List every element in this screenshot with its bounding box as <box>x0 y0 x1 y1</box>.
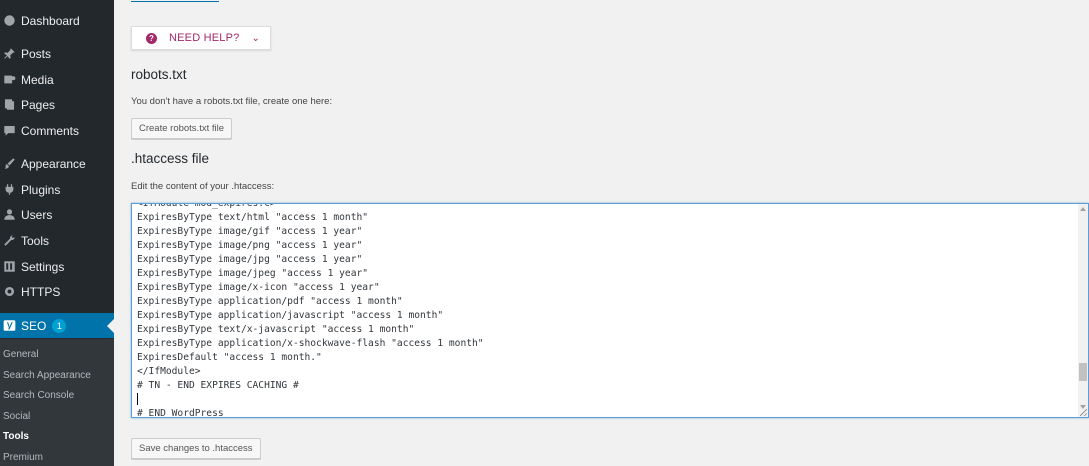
seo-submenu: General Search Appearance Search Console So… <box>0 339 114 466</box>
need-help-button[interactable]: ? NEED HELP? ⌄ <box>131 26 271 50</box>
notification-badge: 1 <box>52 318 67 333</box>
sidebar-item-label: SEO <box>21 318 47 333</box>
sidebar-item-settings[interactable]: Settings <box>0 254 114 279</box>
sidebar-item-media[interactable]: Media <box>0 67 114 92</box>
create-robots-button[interactable]: Create robots.txt file <box>131 118 233 139</box>
pages-icon <box>2 98 16 112</box>
editor-line: ExpiresDefault "access 1 month." <box>137 352 322 363</box>
editor-line: ExpiresByType image/png "access 1 year" <box>137 240 363 251</box>
editor-line: ExpiresByType image/x-icon "access 1 yea… <box>137 282 380 293</box>
sidebar-item-plugins[interactable]: Plugins <box>0 177 114 202</box>
need-help-label: NEED HELP? <box>169 32 240 44</box>
sidebar-item-label: Pages <box>21 97 56 112</box>
sidebar-item-pages[interactable]: Pages <box>0 92 114 117</box>
submenu-item-tools[interactable]: Tools <box>3 431 29 442</box>
editor-line: </IfModule> <box>137 366 201 377</box>
active-arrow <box>107 319 114 333</box>
submenu-item-general[interactable]: General <box>3 349 39 360</box>
sidebar-item-https[interactable]: HTTPS <box>0 279 114 304</box>
dashboard-icon <box>2 14 16 28</box>
question-icon: ? <box>146 32 157 44</box>
editor-line: # END WordPress <box>137 408 224 418</box>
submenu-item-search-appearance[interactable]: Search Appearance <box>3 370 91 381</box>
editor-line: ExpiresByType image/jpeg "access 1 year" <box>137 268 369 279</box>
sidebar-item-label: Appearance <box>21 156 86 171</box>
plugin-icon <box>2 183 16 197</box>
sidebar-item-label: Users <box>21 207 53 222</box>
sidebar-item-dashboard[interactable]: Dashboard <box>0 8 114 33</box>
wrench-icon <box>2 234 16 248</box>
editor-line: ExpiresByType text/html "access 1 month" <box>137 212 369 223</box>
scroll-up-arrow-icon[interactable] <box>1080 207 1086 211</box>
text-caret <box>137 393 138 405</box>
htaccess-title: .htaccess file <box>131 151 210 166</box>
editor-line: <IfModule mod_expires.c> <box>137 203 276 209</box>
sidebar-item-comments[interactable]: Comments <box>0 118 114 143</box>
htaccess-description: Edit the content of your .htaccess: <box>131 181 275 192</box>
editor-line: ExpiresByType image/jpg "access 1 year" <box>137 254 363 265</box>
yoast-icon <box>2 319 16 333</box>
admin-sidebar: Dashboard Posts Media Pages Comments Appearan… <box>0 0 114 466</box>
sidebar-item-label: Tools <box>21 233 50 248</box>
sidebar-item-label: HTTPS <box>21 284 61 299</box>
editor-line: ExpiresByType image/gif "access 1 year" <box>137 226 363 237</box>
scroll-thumb[interactable] <box>1079 363 1087 381</box>
robots-description: You don't have a robots.txt file, create… <box>131 96 333 107</box>
sidebar-item-users[interactable]: Users <box>0 202 114 227</box>
submenu-item-premium[interactable]: Premium <box>3 452 43 463</box>
user-icon <box>2 208 16 222</box>
sidebar-item-label: Settings <box>21 259 65 274</box>
htaccess-content: <IfModule mod_expires.c> ExpiresByType te… <box>137 203 484 418</box>
submenu-item-social[interactable]: Social <box>3 411 30 422</box>
comment-icon <box>2 124 16 138</box>
editor-line: ExpiresByType text/x-javascript "access … <box>137 324 415 335</box>
main-content: ? NEED HELP? ⌄ robots.txt You don't have… <box>114 0 1089 466</box>
sidebar-item-tools[interactable]: Tools <box>0 228 114 253</box>
sidebar-item-label: Dashboard <box>21 13 80 28</box>
top-link-underline[interactable] <box>131 0 219 2</box>
pushpin-icon <box>2 47 16 61</box>
editor-scrollbar[interactable] <box>1078 204 1088 417</box>
sidebar-item-appearance[interactable]: Appearance <box>0 151 114 176</box>
resize-handle-icon[interactable] <box>1080 409 1087 416</box>
sidebar-item-posts[interactable]: Posts <box>0 41 114 66</box>
sidebar-item-label: Media <box>21 72 54 87</box>
sidebar-item-seo[interactable]: SEO 1 <box>0 313 114 338</box>
submenu-item-search-console[interactable]: Search Console <box>3 390 74 401</box>
sidebar-item-label: Posts <box>21 46 52 61</box>
sidebar-item-label: Comments <box>21 123 80 138</box>
sidebar-item-label: Plugins <box>21 182 61 197</box>
chevron-down-icon: ⌄ <box>251 32 260 44</box>
media-icon <box>2 73 16 87</box>
editor-line: # TN - END EXPIRES CACHING # <box>137 380 299 391</box>
editor-line <box>137 393 484 407</box>
editor-line: ExpiresByType application/javascript "ac… <box>137 310 444 321</box>
robots-title: robots.txt <box>131 67 187 82</box>
editor-line: ExpiresByType application/x-shockwave-fl… <box>137 338 484 349</box>
paintbrush-icon <box>2 157 16 171</box>
htaccess-textarea[interactable]: <IfModule mod_expires.c> ExpiresByType te… <box>131 203 1089 418</box>
save-htaccess-button[interactable]: Save changes to .htaccess <box>131 438 261 459</box>
editor-line: ExpiresByType application/pdf "access 1 … <box>137 296 403 307</box>
gear-icon <box>2 285 16 299</box>
settings-icon <box>2 260 16 274</box>
